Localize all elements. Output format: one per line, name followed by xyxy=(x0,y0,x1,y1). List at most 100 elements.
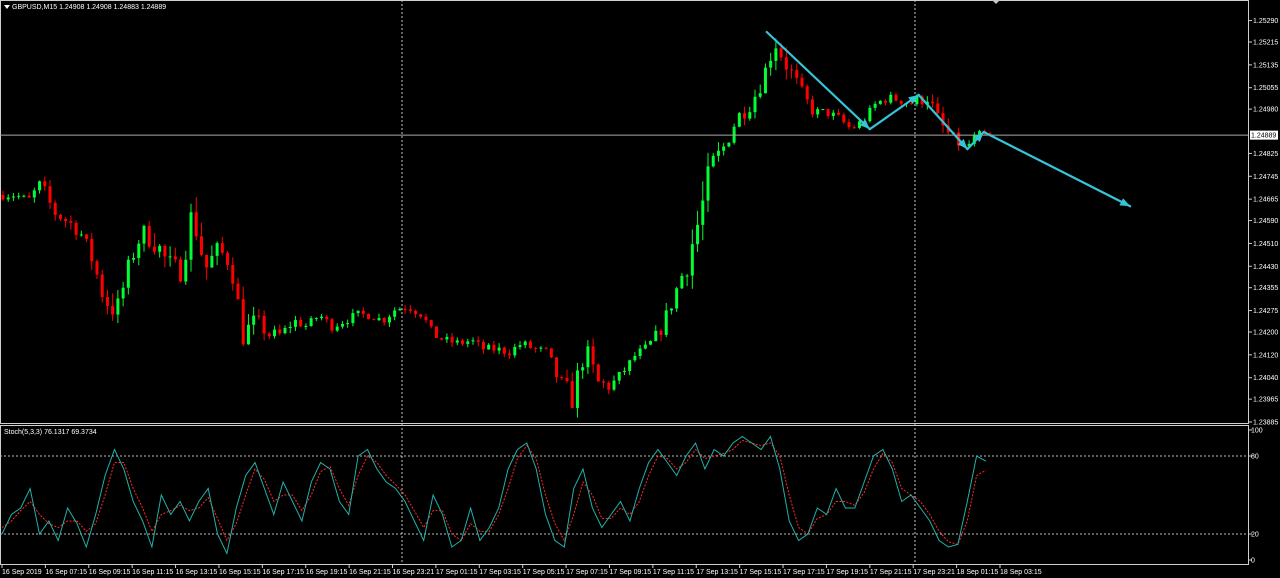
time-tick-label: 17 Sep 09:15 xyxy=(609,569,651,576)
candle-body xyxy=(633,355,637,361)
candle-body xyxy=(137,243,141,259)
candle-body xyxy=(53,202,57,215)
candle-body xyxy=(163,245,167,257)
candle-body xyxy=(335,326,339,331)
candle-body xyxy=(795,69,799,78)
candle-body xyxy=(429,320,433,327)
candle-body xyxy=(189,212,193,260)
candle-body xyxy=(816,109,820,115)
candle-body xyxy=(523,341,527,346)
candle-body xyxy=(779,48,783,58)
candle-body xyxy=(727,142,731,147)
time-tick-label: 17 Sep 15:15 xyxy=(740,569,782,576)
candle-body xyxy=(320,316,324,319)
candle-body xyxy=(440,338,444,340)
candle-body xyxy=(831,112,835,116)
candle-body xyxy=(659,330,663,335)
candle-body xyxy=(74,222,78,235)
candle-body xyxy=(680,275,684,289)
candle-body xyxy=(476,340,480,342)
candle-body xyxy=(622,370,626,373)
time-tick-label: 17 Sep 21:15 xyxy=(870,569,912,576)
price-tick-label: 1.23965 xyxy=(1253,397,1278,404)
time-tick-label: 17 Sep 01:15 xyxy=(436,569,478,576)
candle-body xyxy=(690,244,694,276)
time-tick-label: 16 Sep 2019 xyxy=(2,569,42,576)
candle-body xyxy=(664,310,668,335)
candle-body xyxy=(784,57,788,70)
candle-body xyxy=(763,67,767,94)
time-tick-label: 16 Sep 23:21 xyxy=(393,569,435,576)
trading-chart[interactable]: 1.25290 1.25215 1.25135 1.25055 1.24980 1.248… xyxy=(0,0,1280,578)
time-tick-label: 17 Sep 05:15 xyxy=(523,569,565,576)
candle-body xyxy=(372,319,376,321)
candle-body xyxy=(361,310,365,314)
candle-body xyxy=(607,382,611,390)
candle-body xyxy=(434,326,438,339)
candle-body xyxy=(810,99,814,115)
candle-body xyxy=(748,112,752,119)
price-tick-label: 1.25215 xyxy=(1253,40,1278,47)
candle-body xyxy=(790,69,794,71)
candle-body xyxy=(226,252,230,265)
candle-body xyxy=(173,256,177,260)
candle-body xyxy=(878,100,882,104)
candle-body xyxy=(706,166,710,201)
price-tick-label: 1.25135 xyxy=(1253,62,1278,69)
candle-body xyxy=(497,347,501,351)
price-tick-label: 1.24200 xyxy=(1253,330,1278,337)
price-tick-label: 1.24040 xyxy=(1253,375,1278,382)
candle-body xyxy=(487,344,491,350)
candle-body xyxy=(424,316,428,321)
candle-body xyxy=(837,112,841,115)
time-tick-label: 16 Sep 11:15 xyxy=(132,569,173,576)
candle-body xyxy=(617,372,621,381)
candle-body xyxy=(884,100,888,103)
candle-body xyxy=(32,190,36,198)
candle-body xyxy=(743,113,747,119)
price-tick-label: 1.25055 xyxy=(1253,85,1278,92)
candle-body xyxy=(868,107,872,122)
candle-body xyxy=(179,259,183,282)
time-tick-label: 17 Sep 19:15 xyxy=(826,569,868,576)
price-tick-label: 1.24430 xyxy=(1253,264,1278,271)
candle-body xyxy=(455,340,459,343)
price-tick-label: 1.24510 xyxy=(1253,241,1278,248)
candle-body xyxy=(43,181,47,187)
candle-body xyxy=(419,314,423,317)
chart-header[interactable]: GBPUSD,M15 1.24908 1.24908 1.24883 1.248… xyxy=(4,4,166,11)
candle-body xyxy=(638,348,642,356)
candle-body xyxy=(236,283,240,300)
candle-body xyxy=(518,345,522,347)
candle-body xyxy=(842,114,846,123)
candle-body xyxy=(382,317,386,323)
price-tick-label: 1.24120 xyxy=(1253,352,1278,359)
stoch-tick-label: 0 xyxy=(1251,558,1255,565)
candle-body xyxy=(502,347,506,354)
candle-body xyxy=(158,245,162,252)
stoch-tick-label: 100 xyxy=(1251,428,1263,435)
candle-body xyxy=(774,48,778,61)
candle-body xyxy=(461,340,465,344)
candle-body xyxy=(48,186,52,203)
candle-body xyxy=(936,103,940,114)
candle-body xyxy=(466,341,470,344)
candle-body xyxy=(194,212,198,237)
chart-background xyxy=(0,0,1280,578)
candle-body xyxy=(596,364,600,382)
candle-body xyxy=(142,225,146,244)
candle-body xyxy=(445,336,449,340)
time-tick-label: 18 Sep 01:15 xyxy=(957,569,999,576)
price-tick-label: 1.24590 xyxy=(1253,218,1278,225)
candle-body xyxy=(387,316,391,323)
candle-body xyxy=(147,225,151,247)
candle-body xyxy=(273,329,277,337)
time-tick-label: 16 Sep 17:15 xyxy=(262,569,304,576)
candle-body xyxy=(800,77,804,87)
candle-body xyxy=(408,309,412,311)
candle-body xyxy=(403,309,407,311)
time-tick-label: 17 Sep 07:15 xyxy=(566,569,608,576)
candle-body xyxy=(654,330,658,342)
candle-body xyxy=(278,329,282,334)
candle-body xyxy=(58,214,62,219)
